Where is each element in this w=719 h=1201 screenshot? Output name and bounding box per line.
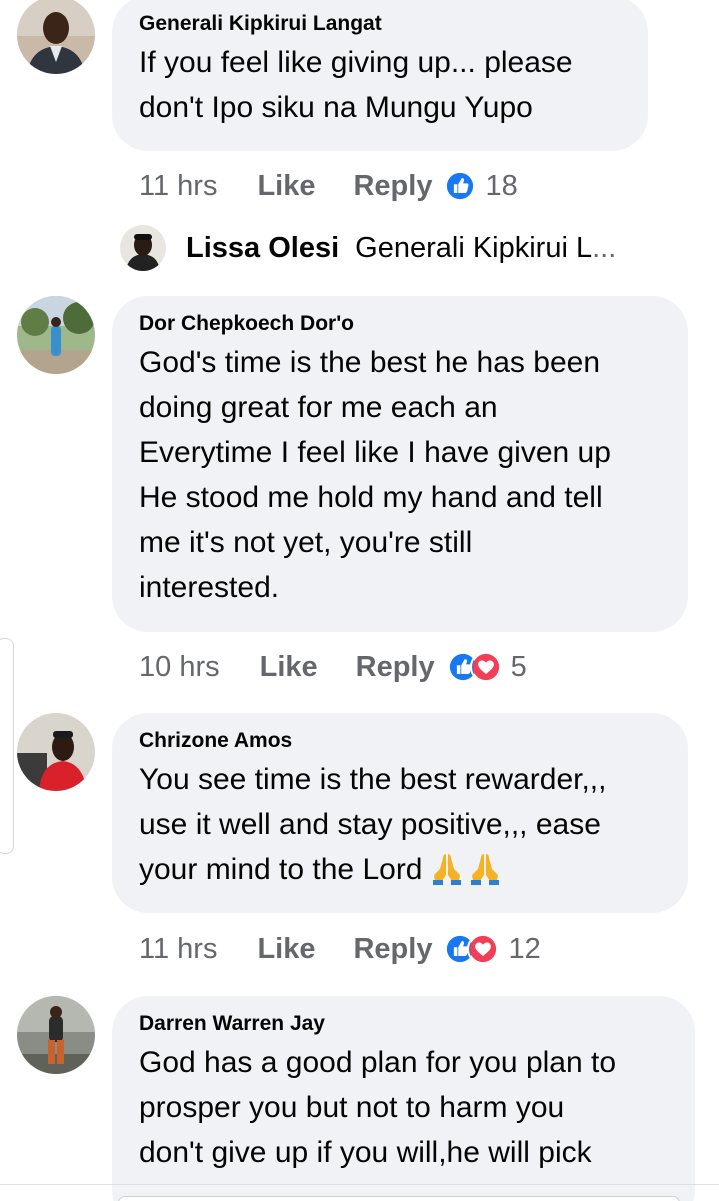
comment-author[interactable]: Generali Kipkirui Langat	[139, 9, 622, 39]
reply-button[interactable]: Reply	[353, 933, 432, 966]
comment-author[interactable]: Dor Chepkoech Dor'o	[139, 309, 662, 339]
comment-timestamp[interactable]: 11 hrs	[139, 170, 217, 203]
like-button[interactable]: Like	[257, 170, 315, 203]
comment-bubble[interactable]: Darren Warren Jay God has a good plan fo…	[112, 996, 695, 1201]
comment-text-line: God has a good plan for you plan to	[139, 1046, 617, 1079]
comment-text-line: Everytime I feel like I have given up	[139, 436, 611, 469]
comment-actions: 11 hrs Like Reply 18	[139, 164, 518, 208]
reply-snippet: Generali Kipkirui L...	[355, 232, 616, 265]
comment-actions: 11 hrs Like Reply 12	[139, 927, 541, 971]
avatar-generali[interactable]	[17, 0, 95, 74]
like-button[interactable]: Like	[260, 651, 318, 684]
reply-button[interactable]: Reply	[353, 170, 432, 203]
comment-actions: 10 hrs Like Reply 5	[139, 645, 527, 689]
composer-divider	[0, 1184, 719, 1185]
profile-photo-icon	[120, 225, 166, 271]
comment-bubble[interactable]: Chrizone Amos You see time is the best r…	[112, 713, 688, 913]
comment-text-line: don't Ipo siku na Mungu Yupo	[139, 91, 533, 124]
comment-author[interactable]: Darren Warren Jay	[139, 1009, 669, 1039]
comment-text: If you feel like giving up... please don…	[139, 40, 622, 130]
comment-bubble[interactable]: Dor Chepkoech Dor'o God's time is the be…	[112, 296, 688, 632]
comment-text-line: me it's not yet, you're still	[139, 526, 473, 559]
like-button[interactable]: Like	[257, 933, 315, 966]
folded-hands-icon	[431, 851, 463, 885]
comment-text-line: doing great for me each an	[139, 391, 498, 424]
reactions-summary[interactable]: 18	[444, 169, 518, 203]
side-panel-edge	[0, 638, 14, 854]
comment-text-line: use it well and stay positive,,, ease	[139, 808, 601, 841]
folded-hands-icon	[469, 851, 501, 885]
reply-snippet-text: Generali Kipkirui L	[355, 231, 593, 264]
comment-text-segment: your mind to the Lord	[139, 853, 423, 886]
comment-timestamp[interactable]: 10 hrs	[139, 651, 220, 684]
comment-text: God has a good plan for you plan to pros…	[139, 1040, 669, 1175]
reply-button[interactable]: Reply	[356, 651, 435, 684]
like-reaction-icon	[444, 170, 477, 202]
avatar-lissa[interactable]	[120, 225, 166, 271]
comment-text-line: don't give up if you will,he will pick	[139, 1136, 592, 1169]
comment-text-line: your mind to the Lord	[139, 847, 662, 892]
reaction-count: 5	[510, 650, 527, 683]
love-reaction-icon	[469, 651, 502, 683]
comment-timestamp[interactable]: 11 hrs	[139, 933, 217, 966]
profile-photo-icon	[17, 996, 95, 1074]
reactions-summary[interactable]: 5	[446, 650, 527, 684]
love-reaction-icon	[467, 933, 500, 965]
profile-photo-icon	[17, 713, 95, 791]
comments-screen: Generali Kipkirui Langat If you feel lik…	[0, 0, 719, 1201]
comment-text: You see time is the best rewarder,,, use…	[139, 757, 662, 892]
comment-text-line: He stood me hold my hand and tell	[139, 481, 603, 514]
reaction-count: 12	[508, 932, 541, 965]
avatar-darren[interactable]	[17, 996, 95, 1074]
comment-bubble[interactable]: Generali Kipkirui Langat If you feel lik…	[112, 0, 648, 151]
comment-text-line: prosper you but not to harm you	[139, 1091, 565, 1124]
comment-text-line: You see time is the best rewarder,,,	[139, 763, 607, 796]
reaction-count: 18	[485, 169, 518, 202]
comment-text: God's time is the best he has been doing…	[139, 340, 662, 610]
profile-photo-icon	[17, 0, 95, 74]
comment-text-line: interested.	[139, 571, 280, 604]
avatar-chrizone[interactable]	[17, 713, 95, 791]
avatar-dor[interactable]	[17, 296, 95, 374]
comment-text-line: God's time is the best he has been	[139, 346, 601, 379]
comment-author[interactable]: Chrizone Amos	[139, 726, 662, 756]
comment-composer-input[interactable]	[118, 1196, 680, 1201]
profile-photo-icon	[17, 296, 95, 374]
reply-snippet-ellipsis: ...	[592, 231, 617, 264]
reactions-summary[interactable]: 12	[444, 932, 541, 966]
reply-author[interactable]: Lissa Olesi	[186, 232, 339, 265]
comment-text-line: If you feel like giving up... please	[139, 46, 573, 79]
reply-preview[interactable]: Lissa Olesi Generali Kipkirui L...	[120, 225, 616, 271]
